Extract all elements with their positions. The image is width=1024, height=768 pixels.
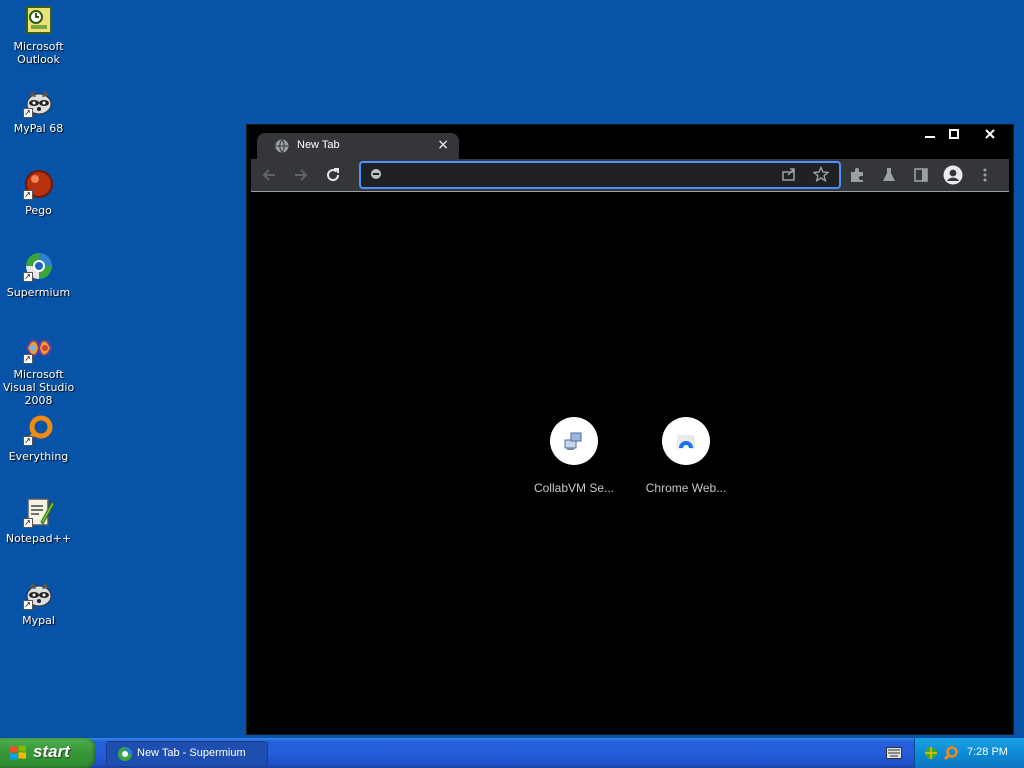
desktop-icon-label: Everything <box>8 450 69 463</box>
supermium-icon <box>118 747 132 761</box>
extensions-button[interactable] <box>847 165 867 185</box>
back-button[interactable] <box>259 165 279 185</box>
start-button[interactable]: start <box>0 738 96 768</box>
desktop-icon-label: Pego <box>25 204 52 217</box>
address-bar[interactable] <box>359 161 841 189</box>
desktop-icon-label: Mypal <box>22 614 55 627</box>
reload-button[interactable] <box>323 165 343 185</box>
desktop-icon-label: Notepad++ <box>5 532 72 545</box>
search-icon[interactable] <box>943 745 959 761</box>
everything-desktop-icon[interactable]: ↗ Everything <box>0 414 77 463</box>
minimize-icon <box>924 136 935 138</box>
browser-toolbar <box>251 159 1009 191</box>
profile-button[interactable] <box>943 165 963 185</box>
clock: 7:28 PM <box>967 746 1008 758</box>
chrome-web-store-icon <box>677 435 695 451</box>
puzzle-icon <box>851 168 863 182</box>
visual-studio-icon: ↗ <box>22 332 55 364</box>
pego-orb-icon: ↗ <box>22 168 55 200</box>
start-label: start <box>33 742 70 761</box>
raccoon-icon: ↗ <box>22 578 55 610</box>
everything-search-icon: ↗ <box>22 414 55 446</box>
shortcut-label: Chrome Web... <box>645 481 727 495</box>
bookmark-button[interactable] <box>811 164 831 184</box>
arrow-left-icon <box>262 169 275 181</box>
shortcut-arrow-icon: ↗ <box>22 272 33 282</box>
avatar-icon <box>943 165 963 185</box>
labs-button[interactable] <box>879 165 899 185</box>
forward-button[interactable] <box>291 165 311 185</box>
star-icon <box>813 166 829 182</box>
keyboard-icon[interactable] <box>886 747 902 759</box>
supermium-icon: ↗ <box>22 250 55 282</box>
desktop-icon-label: Microsoft Visual Studio 2008 <box>2 368 75 407</box>
notepadpp-icon: ↗ <box>22 496 55 528</box>
globe-icon <box>275 139 289 153</box>
mypal-desktop-icon[interactable]: ↗ Mypal <box>0 578 77 627</box>
maximize-button[interactable] <box>938 125 969 143</box>
raccoon-icon: ↗ <box>22 86 55 118</box>
taskbar-item-supermium[interactable]: New Tab - Supermium <box>106 741 268 767</box>
outlook-desktop-icon[interactable]: Microsoft Outlook <box>0 4 77 66</box>
desktop-icon-label: MyPal 68 <box>13 122 64 135</box>
windows-flag-icon <box>10 745 26 760</box>
shortcut-label: CollabVM Se... <box>533 481 615 495</box>
tab-new-tab[interactable]: New Tab × <box>257 133 459 159</box>
shortcut-tile-collabvm[interactable]: CollabVM Se... <box>531 417 617 495</box>
kebab-menu-icon <box>983 168 987 182</box>
menu-button[interactable] <box>975 165 995 185</box>
shortcut-arrow-icon: ↗ <box>22 190 33 200</box>
address-input[interactable] <box>387 165 771 185</box>
shortcut-arrow-icon: ↗ <box>22 354 33 364</box>
desktop-icon-label: Microsoft Outlook <box>13 40 64 66</box>
browser-titlebar[interactable]: New Tab × <box>247 125 1013 159</box>
side-panel-button[interactable] <box>911 165 931 185</box>
supermium-favicon-icon <box>371 169 381 179</box>
outlook-icon <box>23 4 55 36</box>
share-icon <box>782 168 795 181</box>
taskbar: start New Tab - Supermium 7:28 PM <box>0 738 1024 768</box>
close-window-button[interactable] <box>974 125 1005 143</box>
collabvm-icon <box>564 432 582 450</box>
shortcut-arrow-icon: ↗ <box>22 108 33 118</box>
visual-studio-desktop-icon[interactable]: ↗ Microsoft Visual Studio 2008 <box>0 332 77 407</box>
browser-window: New Tab × CollabVM Se... Chrome Web... <box>246 124 1014 735</box>
system-tray: 7:28 PM <box>914 738 1024 768</box>
tab-title: New Tab <box>297 139 340 151</box>
shortcut-arrow-icon: ↗ <box>22 600 33 610</box>
reload-icon <box>327 168 340 182</box>
shortcut-tile-chrome-web-store[interactable]: Chrome Web... <box>643 417 729 495</box>
shortcut-arrow-icon: ↗ <box>22 436 33 446</box>
close-icon <box>984 129 995 139</box>
network-icon[interactable] <box>923 745 939 761</box>
tab-close-icon[interactable]: × <box>437 137 449 153</box>
supermium-desktop-icon[interactable]: ↗ Supermium <box>0 250 77 299</box>
shortcut-arrow-icon: ↗ <box>22 518 33 528</box>
arrow-right-icon <box>295 169 308 181</box>
flask-icon <box>883 168 895 181</box>
maximize-icon <box>948 129 959 139</box>
taskbar-item-label: New Tab - Supermium <box>137 747 246 759</box>
pego-desktop-icon[interactable]: ↗ Pego <box>0 168 77 217</box>
toolbar-divider <box>251 191 1009 192</box>
shortcut-circle <box>662 417 710 465</box>
notepadpp-desktop-icon[interactable]: ↗ Notepad++ <box>0 496 77 545</box>
shortcut-circle <box>550 417 598 465</box>
mypal68-desktop-icon[interactable]: ↗ MyPal 68 <box>0 86 77 135</box>
side-panel-icon <box>914 168 928 182</box>
desktop-icon-label: Supermium <box>6 286 71 299</box>
share-button[interactable] <box>779 164 799 184</box>
